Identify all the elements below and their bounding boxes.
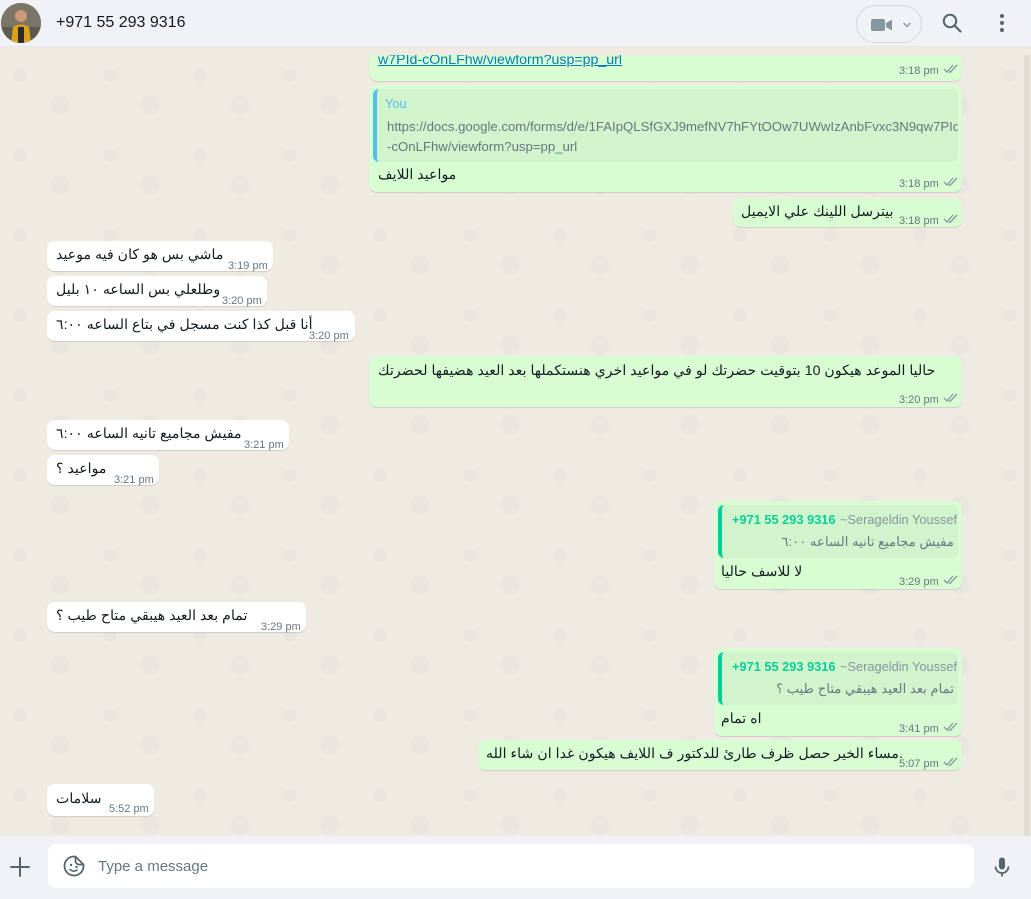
message-bubble[interactable]: مفيش مجاميع تانيه الساعه ٦:٠٠ 3:21 pm — [47, 420, 289, 451]
message-list[interactable]: w7PId-cOnLFhw/viewform?usp=pp_url 3:18 p… — [0, 55, 1031, 836]
message-bubble[interactable]: مساء الخير حصل ظرف طارئ للدكتور ف اللايف… — [478, 740, 962, 770]
message-time: 3:21 pm — [114, 474, 154, 486]
message-time: 3:18 pm — [899, 65, 939, 77]
message-text: مساء الخير حصل ظرف طارئ للدكتور ف اللايف… — [486, 746, 903, 762]
double-check-icon — [943, 575, 958, 585]
message-bubble[interactable]: تمام بعد العيد هيبقي متاح طيب ؟ 3:29 pm — [47, 602, 306, 633]
message-time: 5:52 pm — [109, 803, 149, 815]
message-input[interactable] — [98, 844, 958, 888]
chevron-down-icon — [903, 22, 911, 28]
quote-author: You — [385, 96, 407, 111]
message-input-wrapper — [48, 844, 974, 888]
contact-name[interactable]: +971 55 293 9316 — [56, 14, 185, 32]
message-time: 3:20 pm — [899, 394, 939, 406]
quote-text: تمام بعد العيد هيبقي متاح طيب ؟ — [776, 681, 954, 696]
message-text: ماشي بس هو كان فيه موعيد — [56, 247, 224, 263]
message-text: حاليا الموعد هيكون 10 بتوقيت حضرتك لو في… — [378, 363, 936, 379]
message-time: 5:07 pm — [899, 758, 939, 770]
message-bubble[interactable]: سلامات 5:52 pm — [47, 784, 154, 816]
message-text: مفيش مجاميع تانيه الساعه ٦:٠٠ — [56, 426, 242, 442]
quote-text: https://docs.google.com/forms/d/e/1FAIpQ… — [387, 119, 958, 134]
video-camera-icon — [871, 19, 892, 31]
quoted-message[interactable]: You https://docs.google.com/forms/d/e/1F… — [373, 89, 958, 162]
message-text: وطلعلي بس الساعه ١٠ بليل — [56, 282, 221, 298]
message-time: 3:18 pm — [899, 178, 939, 190]
quote-text: -cOnLFhw/viewform?usp=pp_url — [387, 139, 578, 154]
chat-header: +971 55 293 9316 — [0, 0, 1031, 47]
message-time: 3:41 pm — [899, 723, 939, 735]
message-bubble[interactable]: w7PId-cOnLFhw/viewform?usp=pp_url 3:18 p… — [369, 55, 962, 81]
quote-phone: +971 55 293 9316 — [732, 512, 836, 527]
double-check-icon — [943, 393, 958, 403]
message-text: أنا قبل كذا كنت مسجل في بتاع الساعه ٦:٠٠ — [56, 317, 313, 333]
message-bubble[interactable]: You https://docs.google.com/forms/d/e/1F… — [369, 85, 962, 192]
message-bubble[interactable]: مواعيد ؟ 3:21 pm — [47, 455, 159, 486]
plus-icon[interactable] — [8, 855, 32, 879]
message-link[interactable]: w7PId-cOnLFhw/viewform?usp=pp_url — [378, 55, 622, 70]
quote-phone: +971 55 293 9316 — [732, 659, 836, 674]
message-time: 3:29 pm — [261, 621, 301, 633]
scrollbar[interactable] — [1024, 55, 1030, 836]
double-check-icon — [943, 722, 958, 732]
message-time: 3:19 pm — [228, 260, 268, 272]
message-text: بيترسل اللينك علي الايميل — [741, 204, 894, 220]
double-check-icon — [943, 214, 958, 224]
message-bubble[interactable]: أنا قبل كذا كنت مسجل في بتاع الساعه ٦:٠٠… — [47, 311, 355, 342]
video-call-button[interactable] — [856, 5, 922, 43]
quoted-message[interactable]: +971 55 293 9316 ~Serageldin Youssef مفي… — [718, 505, 958, 558]
message-time: 3:18 pm — [899, 215, 939, 227]
avatar[interactable] — [1, 3, 41, 43]
message-bubble[interactable]: حاليا الموعد هيكون 10 بتوقيت حضرتك لو في… — [369, 356, 962, 407]
quoted-message[interactable]: +971 55 293 9316 ~Serageldin Youssef تما… — [718, 652, 958, 705]
message-time: 3:20 pm — [222, 295, 262, 307]
double-check-icon — [943, 64, 958, 74]
message-time: 3:21 pm — [244, 439, 284, 451]
message-text: مواعيد ؟ — [56, 461, 107, 477]
double-check-icon — [943, 757, 958, 767]
message-text: مواعيد اللايف — [378, 167, 457, 183]
search-icon[interactable] — [940, 11, 964, 35]
microphone-icon[interactable] — [990, 855, 1014, 879]
sticker-icon[interactable] — [62, 854, 86, 878]
message-time: 3:29 pm — [899, 576, 939, 588]
message-bubble[interactable]: وطلعلي بس الساعه ١٠ بليل 3:20 pm — [47, 276, 267, 307]
double-check-icon — [943, 177, 958, 187]
quote-text: مفيش مجاميع تانيه الساعه ٦:٠٠ — [781, 534, 954, 549]
message-bubble[interactable]: +971 55 293 9316 ~Serageldin Youssef تما… — [714, 648, 962, 736]
quote-name: ~Serageldin Youssef — [840, 512, 958, 527]
message-text: تمام بعد العيد هيبقي متاح طيب ؟ — [56, 608, 248, 624]
message-bubble[interactable]: +971 55 293 9316 ~Serageldin Youssef مفي… — [714, 501, 962, 589]
message-bubble[interactable]: ماشي بس هو كان فيه موعيد 3:19 pm — [47, 241, 273, 272]
message-bubble[interactable]: بيترسل اللينك علي الايميل 3:18 pm — [733, 198, 962, 227]
message-text: لا للاسف حاليا — [721, 564, 803, 580]
message-text: اه تمام — [721, 711, 762, 727]
message-time: 3:20 pm — [309, 330, 349, 342]
message-text: سلامات — [56, 791, 102, 807]
quote-name: ~Serageldin Youssef — [840, 659, 958, 674]
more-vertical-icon[interactable] — [990, 11, 1014, 35]
